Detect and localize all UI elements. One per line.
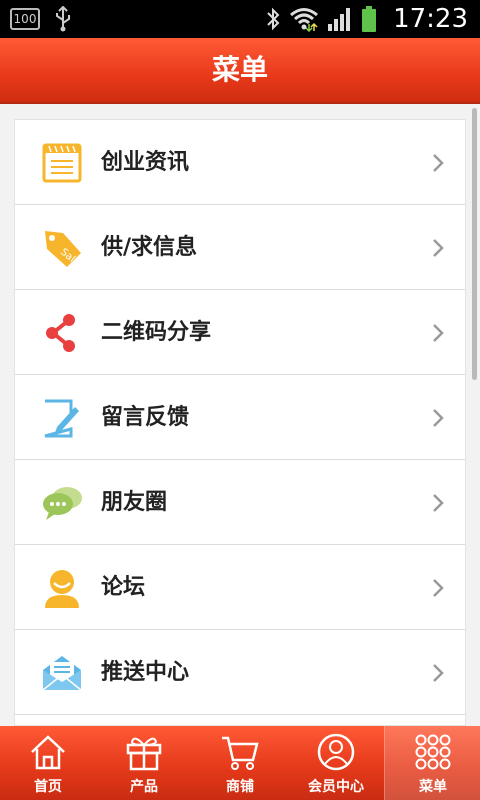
menu-item-business-news[interactable]: 创业资讯 [15,120,465,205]
status-bar: 100 17:23 [0,0,480,38]
grid-dots-icon [415,734,451,770]
menu-item-moments[interactable]: 朋友圈 [15,460,465,545]
menu-item-label: 推送中心 [101,660,190,685]
envelope-icon [42,656,82,691]
chevron-right-icon [433,239,444,257]
page-title: 菜单 [211,53,268,86]
sale-tag-icon: Sale [45,231,82,269]
nav-member-center[interactable]: 会员中心 [288,726,384,800]
wifi-icon [290,8,319,32]
cart-icon [222,736,259,770]
bluetooth-icon [267,7,280,31]
chat-bubbles-icon [43,487,82,520]
nav-menu[interactable]: 菜单 [384,726,480,800]
menu-item-push-center[interactable]: 推送中心 [15,630,465,715]
scrollbar[interactable] [472,108,477,380]
nav-home[interactable]: 首页 [0,726,96,800]
menu-item-label: 创业资讯 [101,150,190,175]
menu-item-label: 二维码分享 [101,320,212,345]
nav-label: 首页 [34,779,62,795]
nav-products[interactable]: 产品 [96,726,192,800]
signal-icon [328,8,351,31]
menu-item-label: 留言反馈 [101,405,190,430]
gift-icon [126,737,162,771]
home-icon [31,735,65,770]
battery-icon [362,6,377,32]
chevron-right-icon [433,494,444,512]
chevron-right-icon [433,324,444,342]
menu-item-forum[interactable]: 论坛 [15,545,465,630]
usb-icon [56,6,70,32]
nav-shops[interactable]: 商铺 [192,726,288,800]
share-icon [46,314,75,352]
notepad-icon [42,143,82,183]
nav-label: 产品 [130,779,158,795]
nav-label: 商铺 [226,779,254,795]
menu-item-qrcode-share[interactable]: 二维码分享 [15,290,465,375]
chevron-right-icon [433,579,444,597]
chevron-right-icon [433,154,444,172]
title-bar: 菜单 [0,38,480,104]
menu-item-label: 供/求信息 [101,235,198,260]
menu-item-label: 论坛 [101,575,146,600]
chevron-right-icon [433,409,444,427]
chevron-right-icon [433,664,444,682]
clock: 17:23 [393,4,468,34]
nav-label: 会员中心 [308,779,364,795]
edit-note-icon [44,399,79,438]
menu-item-label: 朋友圈 [101,490,168,515]
bottom-nav: 首页 产品 商铺 会员中心 菜单 [0,726,480,800]
user-avatar-icon [45,570,79,608]
menu-item-supply-demand[interactable]: Sale 供/求信息 [15,205,465,290]
member-icon [317,733,355,771]
nav-label: 菜单 [419,779,447,795]
battery-level-box: 100 [10,8,40,30]
menu-item-feedback[interactable]: 留言反馈 [15,375,465,460]
menu-list: 创业资讯 Sale 供/求信息 二维码分享 留言反馈 朋友圈 论坛 推送中心 [14,119,466,726]
